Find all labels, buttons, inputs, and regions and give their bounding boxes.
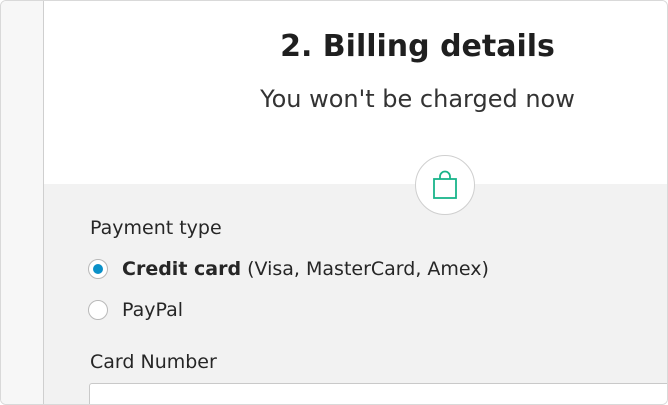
paypal-option[interactable]: PayPal — [88, 299, 183, 321]
billing-window: 2. Billing details You won't be charged … — [0, 0, 668, 405]
paypal-option-label[interactable]: PayPal — [122, 299, 183, 321]
page-subtitle: You won't be charged now — [260, 85, 575, 113]
credit-card-radio[interactable] — [88, 259, 108, 279]
credit-card-detail: (Visa, MasterCard, Amex) — [241, 258, 489, 280]
card-number-label: Card Number — [90, 351, 217, 373]
left-rail — [1, 1, 44, 404]
billing-header: 2. Billing details You won't be charged … — [44, 1, 667, 184]
shopping-bag-badge — [415, 155, 475, 215]
paypal-radio[interactable] — [88, 300, 108, 320]
billing-card: 2. Billing details You won't be charged … — [44, 1, 667, 404]
credit-card-option-label[interactable]: Credit card (Visa, MasterCard, Amex) — [122, 258, 489, 280]
payment-type-label: Payment type — [90, 217, 222, 239]
page-title: 2. Billing details — [280, 29, 555, 64]
credit-card-option[interactable]: Credit card (Visa, MasterCard, Amex) — [88, 258, 489, 280]
shopping-bag-icon — [433, 170, 457, 199]
credit-card-name: Credit card — [122, 258, 242, 280]
card-number-input[interactable] — [89, 383, 667, 404]
